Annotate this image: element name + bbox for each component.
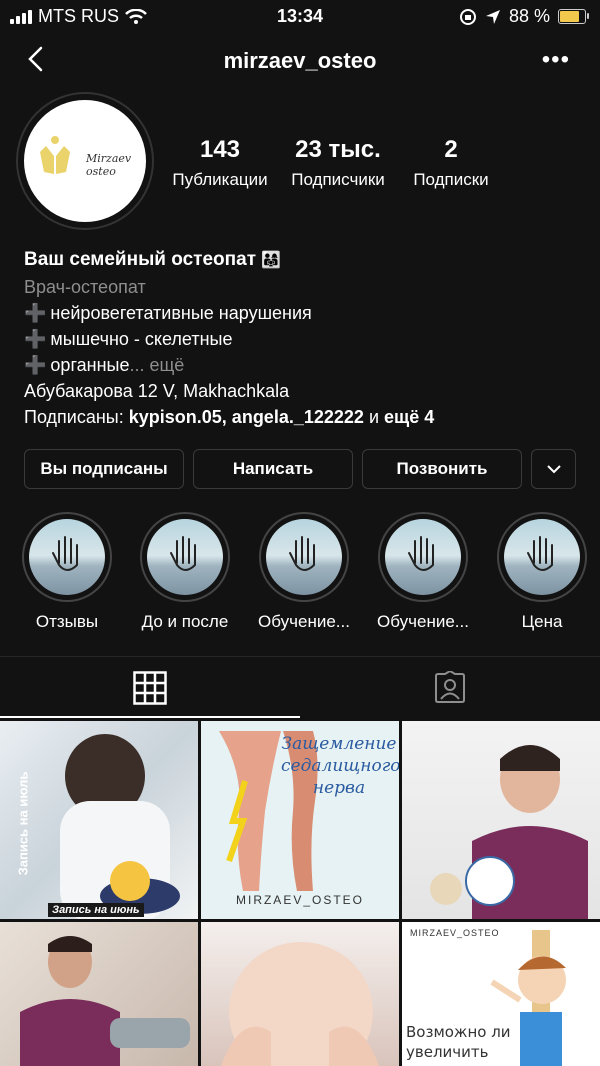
suggestions-button[interactable] (531, 449, 576, 489)
battery-icon (558, 9, 589, 24)
post-tile[interactable]: Запись на июль Запись на июнь (0, 721, 198, 919)
tab-tagged[interactable] (300, 657, 600, 719)
stat-followers[interactable]: 23 тыс. Подписчики (280, 136, 396, 190)
hand-icon (170, 536, 196, 571)
logo-text: Mirzaev osteo (86, 152, 132, 178)
highlight-ring (22, 512, 112, 602)
post-title: Защемление седалищного нерва (281, 734, 399, 798)
bio-line: ➕ нейровегетативные нарушения (24, 303, 312, 323)
profile-address[interactable]: Абубакарова 12 V, Makhachkala (24, 378, 584, 404)
top-nav: mirzaev_osteo ••• (0, 38, 600, 86)
highlight-reviews[interactable]: Отзывы (12, 512, 122, 632)
action-buttons: Вы подписаны Написать Позвонить (24, 449, 576, 491)
stat-label: Публикации (172, 170, 268, 189)
profile-tabs (0, 657, 600, 719)
hand-icon (527, 536, 553, 571)
plus-icon: ➕ (24, 355, 47, 375)
stat-value: 143 (199, 136, 241, 163)
story-highlights: Отзывы До и после Обучение... Обучение..… (0, 512, 600, 642)
highlight-training-2[interactable]: Обучение... (368, 512, 478, 632)
battery-percent: 88 % (508, 6, 550, 26)
highlight-label: Обучение... (377, 612, 469, 631)
post-tile[interactable] (201, 922, 399, 1066)
highlight-ring (497, 512, 587, 602)
location-icon (485, 9, 500, 24)
stats-row: 143 Публикации 23 тыс. Подписчики 2 Подп… (170, 136, 600, 190)
hand-icon (408, 536, 434, 571)
hand-icon (52, 536, 78, 571)
highlight-ring (378, 512, 468, 602)
highlight-ring (140, 512, 230, 602)
chevron-down-icon (546, 465, 561, 474)
following-button[interactable]: Вы подписаны (24, 449, 184, 489)
post-tile[interactable] (0, 922, 198, 1066)
hand-icon (289, 536, 315, 571)
posts-grid: Запись на июль Запись на июнь Защемление… (0, 721, 600, 1066)
highlight-cover (504, 519, 580, 595)
highlight-label: Обучение... (258, 612, 350, 631)
highlight-price[interactable]: Цена (487, 512, 597, 632)
highlight-label: Цена (521, 612, 563, 631)
post-brand: MIRZAEV_OSTEO (235, 893, 365, 907)
profile-category: Врач-остеопат (24, 277, 146, 297)
post-photo (430, 745, 588, 919)
tagged-icon (435, 671, 465, 703)
post-tile[interactable]: MIRZAEV_OSTEO Возможно ли увеличить (402, 922, 600, 1066)
highlight-label: До и после (141, 612, 229, 631)
highlight-before-after[interactable]: До и после (130, 512, 240, 632)
post-vertical-label: Запись на июль (15, 771, 31, 876)
profile-username: mirzaev_osteo (223, 48, 377, 73)
highlight-cover (266, 519, 342, 595)
stat-following[interactable]: 2 Подписки (396, 136, 506, 190)
stat-label: Подписчики (291, 170, 385, 189)
highlight-cover (29, 519, 105, 595)
bio-line: ➕ мышечно - скелетные (24, 329, 233, 349)
grid-icon (133, 671, 167, 705)
profile-name-line: Ваш семейный остеопат 👨‍👩‍👧 (24, 246, 584, 274)
post-caption: Запись на июнь (48, 903, 144, 917)
post-photo (221, 942, 379, 1066)
highlight-ring (259, 512, 349, 602)
post-tile[interactable]: Защемление седалищного нерва MIRZAEV_OST… (201, 721, 399, 919)
message-button[interactable]: Написать (193, 449, 353, 489)
rotation-lock-icon (459, 8, 476, 25)
status-right: 88 % (459, 6, 589, 27)
post-tile[interactable] (402, 721, 600, 919)
highlight-label: Отзывы (35, 612, 99, 631)
tab-posts-grid[interactable] (0, 657, 300, 719)
active-tab-indicator (0, 716, 300, 718)
more-options-icon[interactable]: ••• (542, 48, 570, 72)
highlight-cover (147, 519, 223, 595)
bio-more-link[interactable]: ... ещё (129, 355, 184, 375)
avatar[interactable]: Mirzaev osteo (24, 100, 146, 222)
post-photo (20, 936, 190, 1066)
bio-line: ➕ органные... ещё (24, 355, 185, 375)
highlight-training-1[interactable]: Обучение... (249, 512, 359, 632)
stat-posts[interactable]: 143 Публикации (160, 136, 280, 190)
stat-value: 2 (444, 136, 458, 163)
highlight-cover (385, 519, 461, 595)
status-bar: MTS RUS 13:34 88 % (0, 0, 600, 34)
stat-value: 23 тыс. (295, 136, 381, 163)
plus-icon: ➕ (24, 329, 47, 349)
profile-bio: Ваш семейный остеопат 👨‍👩‍👧 Врач-остеопа… (24, 246, 584, 430)
stat-label: Подписки (413, 170, 489, 189)
post-text: Возможно ли увеличить (406, 1023, 511, 1061)
profile-name: Ваш семейный остеопат (24, 249, 256, 270)
call-button[interactable]: Позвонить (362, 449, 522, 489)
followed-by[interactable]: Подписаны: kypison.05, angela._122222 и … (24, 404, 584, 430)
plus-icon: ➕ (24, 303, 47, 323)
family-emoji-icon: 👨‍👩‍👧 (261, 252, 281, 269)
